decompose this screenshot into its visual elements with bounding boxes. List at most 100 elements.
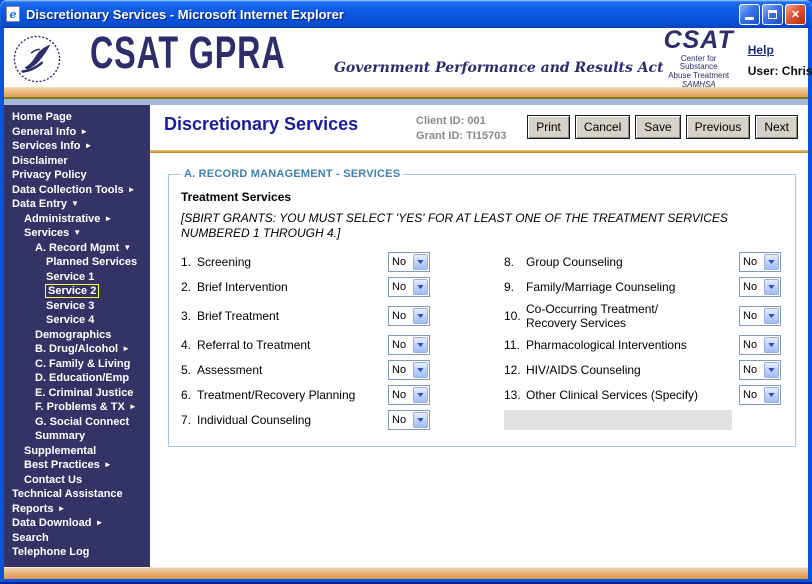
dropdown-arrow-button[interactable]: ▼: [413, 254, 428, 270]
close-button[interactable]: ✕: [785, 4, 806, 25]
sidebar-item-contact-us[interactable]: Contact Us: [4, 473, 150, 488]
next-button[interactable]: Next: [755, 115, 798, 139]
dropdown-arrow-button[interactable]: ▼: [413, 279, 428, 295]
sidebar-item-g-social-connect[interactable]: G. Social Connect: [4, 415, 150, 430]
footer-band: [4, 567, 808, 579]
save-button[interactable]: Save: [635, 115, 680, 139]
chevron-down-icon: ▼: [766, 392, 776, 399]
maximize-button[interactable]: [762, 4, 783, 25]
form-area: A. RECORD MANAGEMENT - SERVICES Treatmen…: [150, 153, 808, 567]
dropdown-arrow-button[interactable]: ▼: [413, 412, 428, 428]
sidebar-item-disclaimer[interactable]: Disclaimer: [4, 154, 150, 169]
service-4-label: 4.Referral to Treatment: [181, 335, 388, 355]
cancel-button[interactable]: Cancel: [575, 115, 630, 139]
sidebar-item-b-drug-alcohol[interactable]: B. Drug/Alcohol►: [4, 342, 150, 357]
submenu-right-arrow-icon: ►: [80, 127, 88, 136]
dropdown-arrow-button[interactable]: ▼: [764, 362, 779, 378]
service-5-label: 5.Assessment: [181, 360, 388, 380]
dropdown-arrow-button[interactable]: ▼: [413, 337, 428, 353]
dropdown-arrow-button[interactable]: ▼: [413, 308, 428, 324]
sidebar-item-supplemental[interactable]: Supplemental: [4, 444, 150, 459]
sidebar-item-data-collection-tools[interactable]: Data Collection Tools►: [4, 183, 150, 198]
sidebar-item-demographics[interactable]: Demographics: [4, 328, 150, 343]
sidebar-item-privacy-policy[interactable]: Privacy Policy: [4, 168, 150, 183]
help-link[interactable]: Help: [748, 43, 774, 57]
sidebar-item-label: Services: [24, 227, 69, 239]
service-2-select[interactable]: No▼: [388, 277, 430, 297]
sidebar-item-data-entry[interactable]: Data Entry▼: [4, 197, 150, 212]
sidebar-item-label: Service 3: [46, 300, 94, 312]
chevron-down-icon: ▼: [415, 417, 425, 424]
service-number: 9.: [504, 280, 526, 294]
dropdown-arrow-button[interactable]: ▼: [764, 279, 779, 295]
sidebar-item-administrative[interactable]: Administrative►: [4, 212, 150, 227]
service-6-select[interactable]: No▼: [388, 385, 430, 405]
service-12-select[interactable]: No▼: [739, 360, 781, 380]
sidebar-item-c-family-living[interactable]: C. Family & Living: [4, 357, 150, 372]
sbirt-grants-note: [SBIRT GRANTS: YOU MUST SELECT 'YES' FOR…: [181, 211, 781, 241]
sidebar-item-service-1[interactable]: Service 1: [4, 270, 150, 285]
sidebar-item-f-problems-tx[interactable]: F. Problems & TX►: [4, 400, 150, 415]
previous-button[interactable]: Previous: [686, 115, 751, 139]
other-clinical-specify-input[interactable]: [504, 410, 732, 430]
dropdown-arrow-button[interactable]: ▼: [764, 337, 779, 353]
service-4-select[interactable]: No▼: [388, 335, 430, 355]
sidebar-item-search[interactable]: Search: [4, 531, 150, 546]
sidebar-item-data-download[interactable]: Data Download►: [4, 516, 150, 531]
service-3-select[interactable]: No▼: [388, 306, 430, 326]
sidebar-item-label: Planned Services: [46, 256, 137, 268]
sidebar-item-label: Services Info: [12, 140, 80, 152]
sidebar-item-d-education-emp[interactable]: D. Education/Emp: [4, 371, 150, 386]
sidebar-item-telephone-log[interactable]: Telephone Log: [4, 545, 150, 560]
print-button[interactable]: Print: [527, 115, 570, 139]
dropdown-arrow-button[interactable]: ▼: [764, 387, 779, 403]
sidebar-item-service-4[interactable]: Service 4: [4, 313, 150, 328]
sidebar-item-home-page[interactable]: Home Page: [4, 110, 150, 125]
sidebar-item-e-criminal-justice[interactable]: E. Criminal Justice: [4, 386, 150, 401]
sidebar-item-services[interactable]: Services▼: [4, 226, 150, 241]
sidebar-item-service-3[interactable]: Service 3: [4, 299, 150, 314]
dropdown-arrow-button[interactable]: ▼: [764, 254, 779, 270]
sidebar-item-planned-services[interactable]: Planned Services: [4, 255, 150, 270]
sidebar-item-label: Reports: [12, 503, 54, 515]
service-13-select[interactable]: No▼: [739, 385, 781, 405]
chevron-down-icon: ▼: [415, 367, 425, 374]
submenu-right-arrow-icon: ►: [58, 504, 66, 513]
minimize-button[interactable]: [739, 4, 760, 25]
service-number: 6.: [181, 388, 197, 402]
selected-value: No: [740, 307, 763, 325]
sidebar-item-technical-assistance[interactable]: Technical Assistance: [4, 487, 150, 502]
window-title: Discretionary Services - Microsoft Inter…: [26, 7, 733, 22]
service-1-select[interactable]: No▼: [388, 252, 430, 272]
sidebar-item-best-practices[interactable]: Best Practices►: [4, 458, 150, 473]
dropdown-arrow-button[interactable]: ▼: [413, 362, 428, 378]
header-divider-band: [4, 87, 808, 99]
sidebar-item-label: Privacy Policy: [12, 169, 87, 181]
selected-value: No: [389, 278, 412, 296]
sidebar-item-service-2[interactable]: Service 2: [4, 284, 150, 299]
service-number: 4.: [181, 338, 197, 352]
service-11-select[interactable]: No▼: [739, 335, 781, 355]
title-bar: e Discretionary Services - Microsoft Int…: [0, 0, 812, 28]
dropdown-arrow-button[interactable]: ▼: [764, 308, 779, 324]
service-5-select[interactable]: No▼: [388, 360, 430, 380]
service-9-select[interactable]: No▼: [739, 277, 781, 297]
service-name: Co-Occurring Treatment/ Recovery Service…: [526, 302, 658, 330]
service-7-select[interactable]: No▼: [388, 410, 430, 430]
selected-value: No: [740, 278, 763, 296]
chevron-down-icon: ▼: [415, 259, 425, 266]
sidebar-item-reports[interactable]: Reports ►: [4, 502, 150, 517]
service-10-select[interactable]: No▼: [739, 306, 781, 326]
dropdown-arrow-button[interactable]: ▼: [413, 387, 428, 403]
sidebar-item-general-info[interactable]: General Info ►: [4, 125, 150, 140]
sidebar-item-services-info[interactable]: Services Info►: [4, 139, 150, 154]
service-3-label: 3.Brief Treatment: [181, 302, 388, 330]
service-number: 1.: [181, 255, 197, 269]
service-name: HIV/AIDS Counseling: [526, 363, 641, 377]
submenu-right-arrow-icon: ►: [104, 214, 112, 223]
service-name: Assessment: [197, 363, 262, 377]
sidebar-item-label: General Info: [12, 126, 76, 138]
service-8-select[interactable]: No▼: [739, 252, 781, 272]
sidebar-item-a-record-mgmt[interactable]: A. Record Mgmt▼: [4, 241, 150, 256]
sidebar-item-summary[interactable]: Summary: [4, 429, 150, 444]
